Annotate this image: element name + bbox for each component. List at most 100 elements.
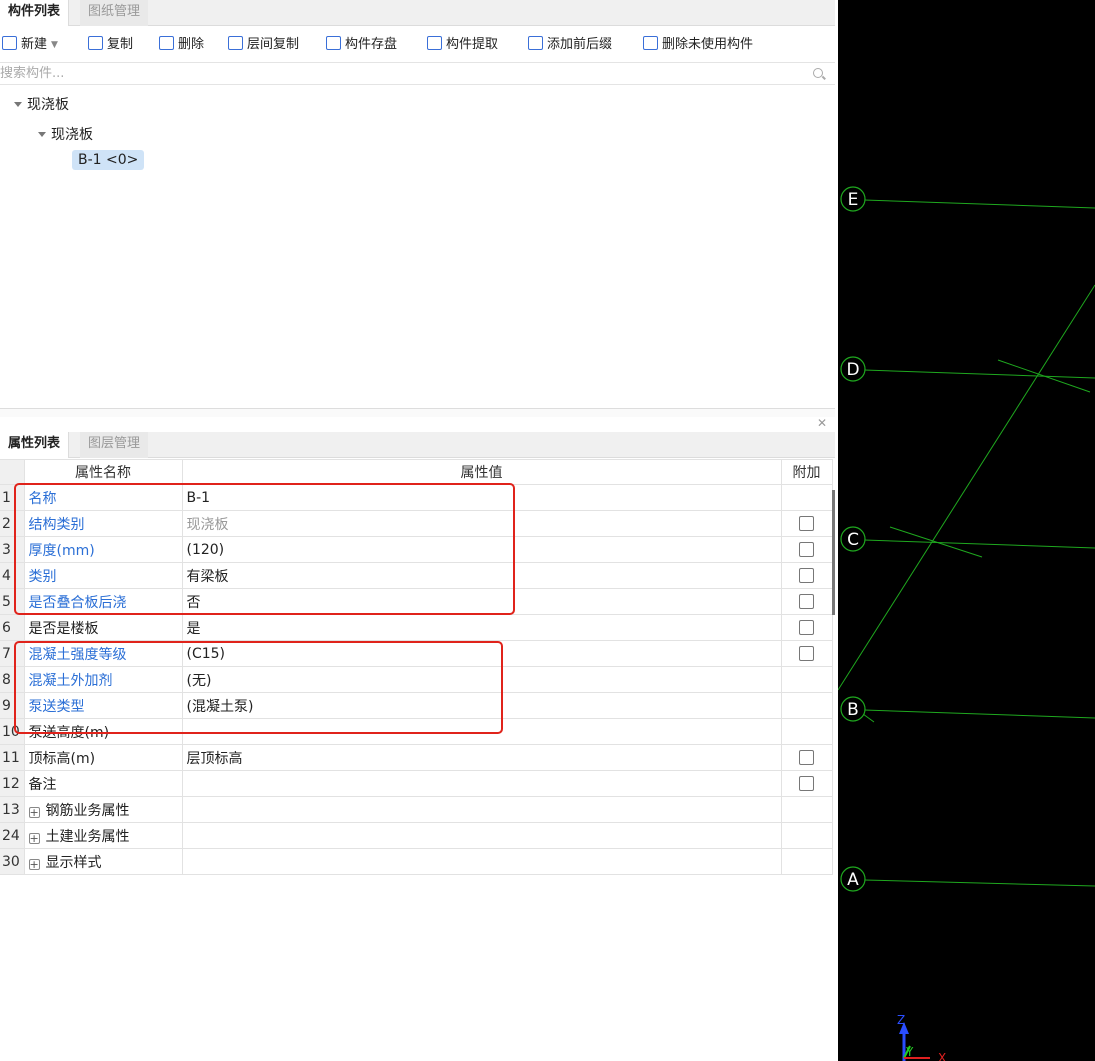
delete-unused-label: 删除未使用构件 <box>662 37 754 52</box>
table-row: 5 是否叠合板后浇 否 <box>0 588 833 615</box>
property-group[interactable]: + 土建业务属性 <box>24 822 183 849</box>
copy-button[interactable]: 复制 <box>88 34 133 56</box>
property-name: 泵送高度(m) <box>24 718 183 745</box>
property-value[interactable]: 有梁板 <box>182 562 782 589</box>
tree-node-leaf[interactable]: B-1 <0> <box>72 150 145 170</box>
axis-bubble-d[interactable]: D <box>840 356 866 382</box>
row-number-header <box>0 459 25 485</box>
tab-layer-management[interactable]: 图层管理 <box>80 432 149 458</box>
axis-label: C <box>847 530 859 550</box>
save-component-button[interactable]: 构件存盘 <box>326 34 397 56</box>
property-extra <box>781 848 833 875</box>
expand-plus-icon[interactable]: + <box>28 806 40 818</box>
extra-checkbox[interactable] <box>799 542 814 557</box>
tab-property-list[interactable]: 属性列表 <box>0 432 70 458</box>
property-extra <box>781 614 833 641</box>
extra-checkbox[interactable] <box>799 620 814 635</box>
row-number: 1 <box>0 484 25 511</box>
extra-checkbox[interactable] <box>799 750 814 765</box>
property-value[interactable]: (C15) <box>182 640 782 667</box>
floor-copy-button[interactable]: 层间复制 <box>228 34 299 56</box>
table-row: 8 混凝土外加剂 (无) <box>0 666 833 693</box>
property-name: 泵送类型 <box>24 692 183 719</box>
property-extra <box>781 744 833 771</box>
extract-component-button[interactable]: 构件提取 <box>427 34 498 56</box>
row-number: 12 <box>0 770 25 797</box>
table-row: 13 + 钢筋业务属性 <box>0 796 833 823</box>
row-number: 30 <box>0 848 25 875</box>
close-icon[interactable]: ✕ <box>817 416 827 430</box>
table-row: 9 泵送类型 (混凝土泵) <box>0 692 833 719</box>
extract-icon <box>427 36 442 50</box>
property-extra <box>781 718 833 745</box>
new-file-icon <box>2 36 17 50</box>
property-extra <box>781 484 833 511</box>
property-value[interactable]: 层顶标高 <box>182 744 782 771</box>
tree-node-root[interactable]: 现浇板 <box>14 94 69 114</box>
property-value <box>182 848 782 875</box>
property-group[interactable]: + 显示样式 <box>24 848 183 875</box>
property-value[interactable]: 是 <box>182 614 782 641</box>
axis-label: E <box>848 190 859 210</box>
property-value[interactable]: (混凝土泵) <box>182 692 782 719</box>
property-value <box>182 822 782 849</box>
property-name: 混凝土强度等级 <box>24 640 183 667</box>
delete-button[interactable]: 删除 <box>159 34 204 56</box>
new-button[interactable]: 新建 ▼ <box>2 34 58 56</box>
delete-label: 删除 <box>178 37 205 52</box>
add-prefix-suffix-button[interactable]: 添加前后缀 <box>528 34 612 56</box>
save-disk-icon <box>326 36 341 50</box>
search-input[interactable] <box>0 63 800 84</box>
property-extra <box>781 510 833 537</box>
splitter-handle[interactable] <box>832 490 835 615</box>
floor-copy-label: 层间复制 <box>247 37 300 52</box>
property-name: 混凝土外加剂 <box>24 666 183 693</box>
prefix-suffix-icon <box>528 36 543 50</box>
property-value[interactable]: (无) <box>182 666 782 693</box>
tab-component-list[interactable]: 构件列表 <box>0 0 70 26</box>
property-value[interactable]: 否 <box>182 588 782 615</box>
row-number: 8 <box>0 666 25 693</box>
extra-checkbox[interactable] <box>799 568 814 583</box>
property-extra <box>781 770 833 797</box>
tab-drawing-management[interactable]: 图纸管理 <box>80 0 149 26</box>
axis-label: B <box>847 700 859 720</box>
property-value[interactable]: (120) <box>182 536 782 563</box>
search-icon[interactable] <box>813 68 823 78</box>
tree-node-child[interactable]: 现浇板 <box>38 124 93 144</box>
delete-unused-button[interactable]: 删除未使用构件 <box>643 34 753 56</box>
cad-canvas[interactable]: E D C B A Z Y X <box>838 0 1095 1061</box>
property-extra <box>781 640 833 667</box>
axis-bubble-c[interactable]: C <box>840 526 866 552</box>
axis-bubble-e[interactable]: E <box>840 186 866 212</box>
floor-copy-icon <box>228 36 243 50</box>
expand-plus-icon[interactable]: + <box>28 832 40 844</box>
property-value: 现浇板 <box>182 510 782 537</box>
extra-checkbox[interactable] <box>799 646 814 661</box>
row-number: 2 <box>0 510 25 537</box>
property-name: 名称 <box>24 484 183 511</box>
chevron-down-icon[interactable]: ▼ <box>51 34 58 56</box>
table-row: 7 混凝土强度等级 (C15) <box>0 640 833 667</box>
table-header-row: 属性名称 属性值 附加 <box>0 459 833 485</box>
property-extra <box>781 588 833 615</box>
cad-viewport[interactable]: E D C B A Z Y X <box>838 0 1095 1061</box>
property-value[interactable] <box>182 718 782 745</box>
caret-down-icon[interactable] <box>38 132 46 137</box>
property-value[interactable]: B-1 <box>182 484 782 511</box>
grid-line-e <box>863 199 1095 209</box>
extra-checkbox[interactable] <box>799 594 814 609</box>
axis-bubble-a[interactable]: A <box>840 866 866 892</box>
property-group[interactable]: + 钢筋业务属性 <box>24 796 183 823</box>
expand-plus-icon[interactable]: + <box>28 858 40 870</box>
panel-divider[interactable] <box>0 408 835 417</box>
row-number: 7 <box>0 640 25 667</box>
caret-down-icon[interactable] <box>14 102 22 107</box>
row-number: 11 <box>0 744 25 771</box>
extra-checkbox[interactable] <box>799 516 814 531</box>
axis-bubble-b[interactable]: B <box>840 696 866 722</box>
extra-checkbox[interactable] <box>799 776 814 791</box>
axis-label: A <box>847 870 859 890</box>
property-value[interactable] <box>182 770 782 797</box>
grid-line-c <box>863 539 1095 549</box>
